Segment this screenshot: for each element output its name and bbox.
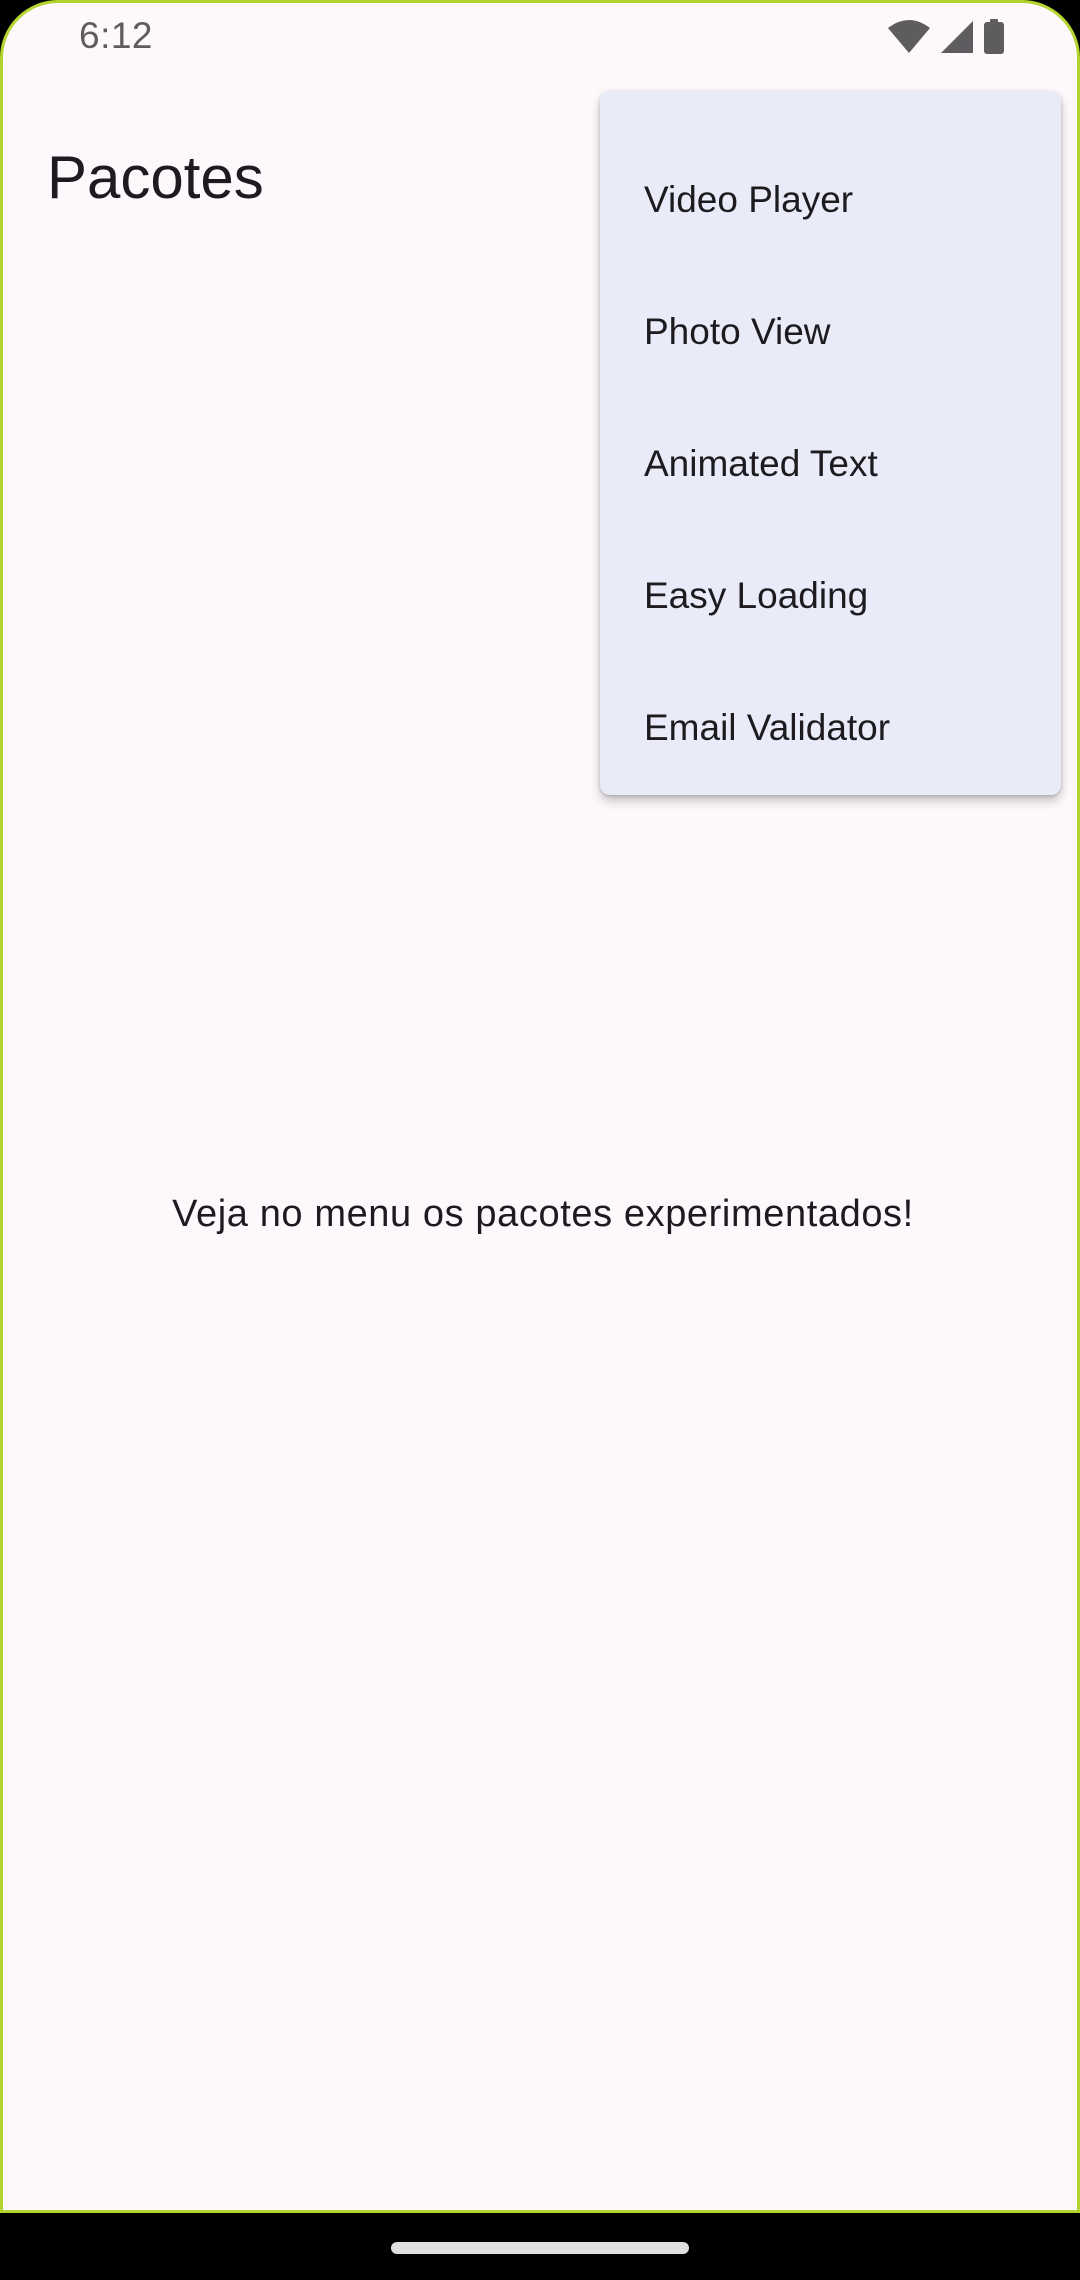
navigation-bar bbox=[0, 2213, 1080, 2280]
cellular-signal-icon bbox=[939, 19, 975, 55]
empty-state-message: Veja no menu os pacotes experimentados! bbox=[172, 1193, 914, 1235]
status-icons bbox=[887, 19, 1005, 55]
menu-item-easy-loading[interactable]: Easy Loading bbox=[600, 530, 1061, 662]
wifi-icon bbox=[887, 19, 931, 55]
home-gesture-handle[interactable] bbox=[391, 2242, 689, 2254]
status-time: 6:12 bbox=[79, 15, 154, 56]
device-frame: 6:12 Pacotes Veja no menu os pacotes exp… bbox=[0, 0, 1080, 2280]
menu-item-video-player[interactable]: Video Player bbox=[600, 134, 1061, 266]
menu-item-animated-text[interactable]: Animated Text bbox=[600, 398, 1061, 530]
app-screen: 6:12 Pacotes Veja no menu os pacotes exp… bbox=[0, 0, 1080, 2213]
popup-menu: Video Player Photo View Animated Text Ea… bbox=[600, 91, 1061, 795]
menu-item-photo-view[interactable]: Photo View bbox=[600, 266, 1061, 398]
page-title: Pacotes bbox=[47, 144, 264, 212]
status-bar: 6:12 bbox=[3, 3, 1077, 75]
menu-item-email-validator[interactable]: Email Validator bbox=[600, 662, 1061, 794]
battery-icon bbox=[983, 19, 1005, 55]
